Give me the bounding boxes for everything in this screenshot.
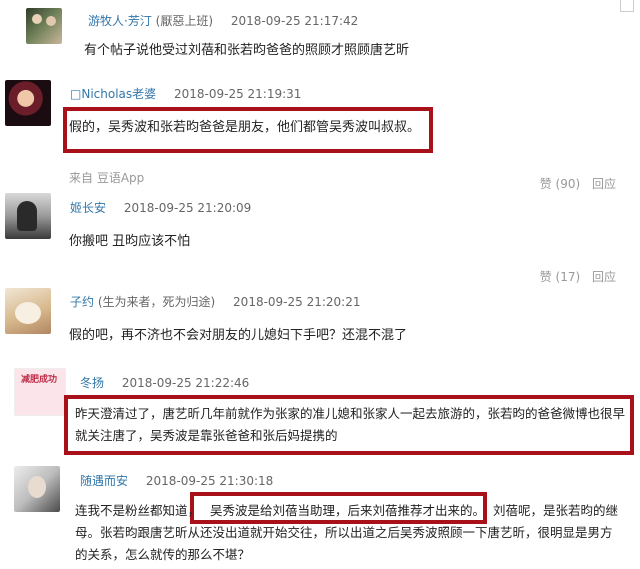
comment-text: 就关注唐了，吴秀波是靠张爸爸和张后妈提携的 bbox=[75, 428, 338, 443]
comment-text: 有个帖子说他受过刘蓓和张若昀爸爸的照顾才照顾唐艺昕 bbox=[84, 43, 410, 58]
comment-author[interactable]: □Nicholas老婆 bbox=[70, 87, 156, 101]
comment-text: 连我不是粉丝都知道， 吴秀波是给刘蓓当助理，后来刘蓓推荐才出来的。 刘蓓呢，是张若昀… bbox=[75, 500, 618, 521]
comment-text: 假的，吴秀波和张若昀爸爸是朋友，他们都管吴秀波叫叔叔。 bbox=[69, 120, 421, 135]
comment-text: 母。张若昀跟唐艺昕从还没出道就开始交往，所以出道之后吴秀波照顾一下唐艺昕，很明显… bbox=[75, 525, 613, 540]
comment-text: 假的吧，再不济也不会对朋友的儿媳妇下手吧？还混不混了 bbox=[69, 328, 408, 343]
comment-text: 你搬吧 丑昀应该不怕 bbox=[69, 234, 191, 249]
comment-time: 2018-09-25 21:20:21 bbox=[233, 295, 361, 309]
reply-button[interactable]: 回应 bbox=[592, 270, 616, 284]
comment-text-highlight: 吴秀波是给刘蓓当助理，后来刘蓓推荐才出来的。 bbox=[210, 503, 486, 518]
comment-author[interactable]: 姬长安 bbox=[70, 201, 106, 215]
comment-text: 昨天澄清过了，唐艺昕几年前就作为张家的准儿媳和张家人一起去旅游的，张若昀的爸爸微… bbox=[75, 406, 626, 421]
comment-author[interactable]: 子约 bbox=[70, 295, 94, 309]
like-button[interactable]: 赞 (90) bbox=[540, 177, 580, 191]
comment-text-part: 刘蓓呢，是张若昀的继 bbox=[493, 503, 619, 518]
avatar[interactable] bbox=[14, 466, 60, 512]
comment-author[interactable]: 游牧人·芳汀 bbox=[88, 14, 152, 28]
comment-text: 的关系，怎么就传的那么不堪？ bbox=[75, 547, 251, 562]
avatar-text: 减肥成功 bbox=[21, 375, 58, 385]
author-note: (生为来者，死为归途) bbox=[97, 295, 216, 309]
avatar[interactable] bbox=[5, 193, 51, 239]
comment-text-part: 连我不是粉丝都知道， bbox=[75, 503, 201, 518]
comment-time: 2018-09-25 21:22:46 bbox=[121, 376, 250, 390]
comment-author[interactable]: 冬扬 bbox=[80, 376, 104, 390]
comment-time: 2018-09-25 21:30:18 bbox=[145, 474, 274, 488]
avatar[interactable] bbox=[26, 8, 62, 44]
comment-time: 2018-09-25 21:17:42 bbox=[230, 14, 359, 28]
avatar[interactable] bbox=[5, 80, 51, 126]
comment-time: 2018-09-25 21:20:09 bbox=[123, 201, 252, 215]
like-button[interactable]: 赞 (17) bbox=[540, 270, 580, 284]
comment-author[interactable]: 随遇而安 bbox=[80, 474, 128, 488]
comment-source: 来自 豆语App bbox=[69, 171, 145, 185]
comment-time: 2018-09-25 21:19:31 bbox=[173, 87, 302, 101]
reply-button[interactable]: 回应 bbox=[592, 177, 616, 191]
avatar[interactable]: 减肥成功 bbox=[14, 368, 66, 416]
author-note: (厭惡上班) bbox=[155, 14, 214, 28]
report-icon[interactable] bbox=[620, 0, 634, 12]
avatar[interactable] bbox=[5, 288, 51, 334]
